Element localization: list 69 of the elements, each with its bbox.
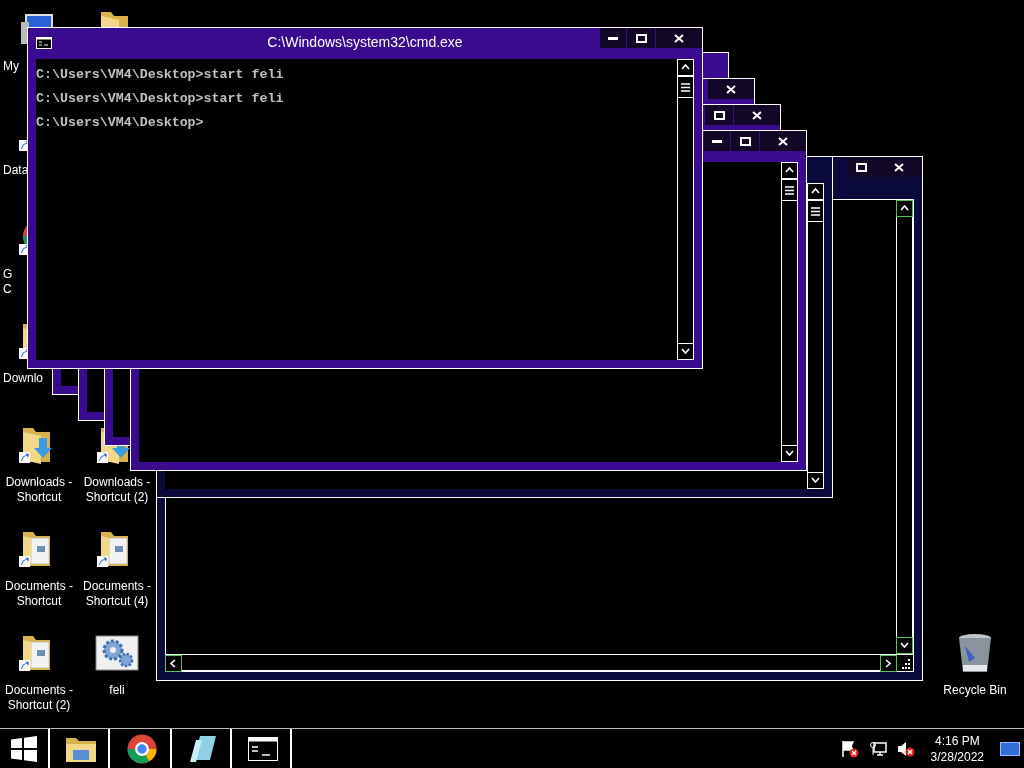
icon-label: Documents - Shortcut (4) [83, 579, 151, 609]
scrollbar[interactable] [677, 59, 694, 360]
scroll-down-button[interactable] [896, 637, 913, 654]
close-icon [752, 110, 762, 120]
scroll-thumb[interactable] [677, 76, 694, 98]
notepad-icon [188, 733, 218, 764]
maximize-icon [713, 110, 725, 120]
scrollbar[interactable] [807, 183, 824, 489]
flag-error-icon[interactable] [840, 739, 859, 758]
show-desktop-icon[interactable] [1000, 741, 1020, 756]
grip-icon [811, 206, 820, 216]
chrome-icon [126, 732, 158, 765]
scroll-up-button[interactable] [896, 200, 913, 217]
maximize-icon [855, 162, 867, 172]
chevron-down-icon [784, 448, 795, 459]
close-button[interactable] [656, 28, 702, 48]
maximize-button[interactable] [627, 28, 655, 48]
volume-muted-icon[interactable] [896, 739, 915, 758]
close-icon [894, 162, 904, 172]
close-button[interactable] [734, 105, 780, 125]
maximize-button[interactable] [705, 105, 733, 125]
scroll-thumb[interactable] [781, 179, 798, 201]
icon-label: Recycle Bin [943, 683, 1007, 698]
scroll-thumb[interactable] [807, 200, 824, 222]
chevron-down-icon [899, 640, 910, 651]
minimize-button[interactable] [704, 131, 730, 151]
maximize-button[interactable] [847, 157, 875, 177]
icon-label: Data [2, 163, 29, 178]
close-icon [778, 136, 788, 146]
close-button[interactable] [760, 131, 806, 151]
console-icon [248, 736, 278, 761]
scroll-right-button[interactable] [880, 655, 897, 672]
clock-date: 3/28/2022 [930, 748, 984, 765]
scrollbar[interactable] [896, 200, 913, 654]
horizontal-scrollbar[interactable] [166, 654, 913, 671]
chevron-right-icon [883, 658, 894, 669]
minimize-button[interactable] [600, 28, 626, 48]
clock-time: 4:16 PM [934, 732, 980, 749]
scrollbar[interactable] [781, 162, 798, 462]
window-title: C:\Windows\system32\cmd.exe [266, 34, 464, 50]
grip-icon [681, 82, 690, 92]
close-icon [726, 84, 736, 94]
chevron-down-icon [810, 475, 821, 486]
console-line: C:\Users\VM4\Desktop>start feli [36, 91, 285, 107]
console-line: C:\Users\VM4\Desktop>start feli [36, 67, 285, 83]
maximize-button[interactable] [731, 131, 759, 151]
maximize-icon [635, 33, 647, 43]
icon-label: Downlo [2, 371, 44, 386]
scroll-left-button[interactable] [165, 655, 182, 672]
chevron-down-icon [680, 346, 691, 357]
icon-label: My [2, 59, 19, 74]
console-line: C:\Users\VM4\Desktop> [36, 115, 205, 131]
network-icon[interactable] [868, 739, 887, 758]
grip-icon [785, 185, 794, 195]
maximize-icon [739, 136, 751, 146]
close-button[interactable] [876, 157, 922, 177]
console-icon [36, 37, 52, 49]
icon-label: Documents - Shortcut [5, 579, 73, 609]
clock[interactable]: 4:16 PM 3/28/2022 [930, 732, 984, 765]
icon-label: Downloads - Shortcut [5, 475, 73, 505]
windows-logo-icon [11, 735, 37, 762]
close-icon [674, 33, 684, 43]
minimize-icon [608, 36, 618, 40]
icon-label: Downloads - Shortcut (2) [83, 475, 151, 505]
icon-label: feli [109, 683, 125, 698]
close-button[interactable] [708, 79, 754, 99]
icon-label: Documents - Shortcut (2) [5, 683, 73, 713]
icon-label: G C [2, 267, 13, 297]
minimize-icon [712, 139, 722, 143]
